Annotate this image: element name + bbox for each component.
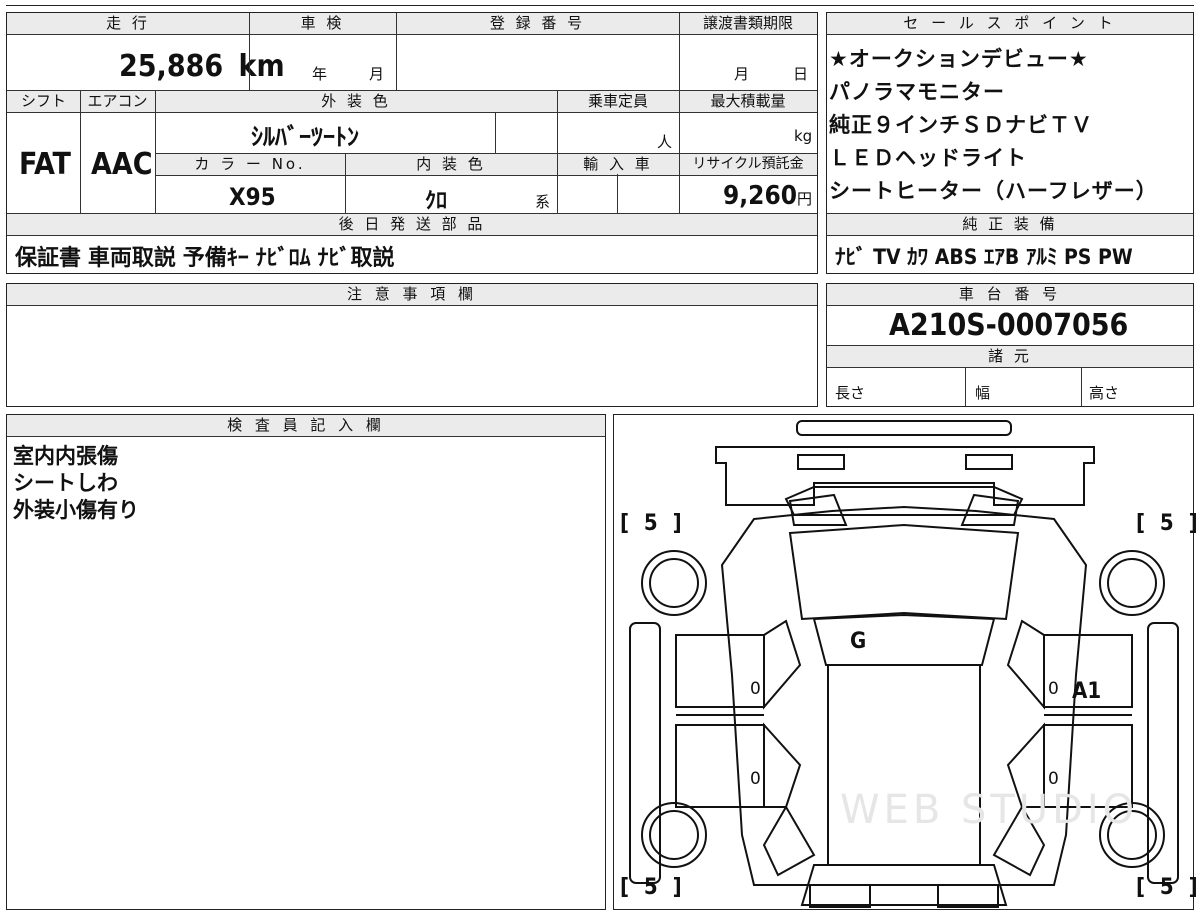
transfer-deadline-header: 譲渡書類期限: [679, 13, 817, 35]
door-zero-mark: 0: [750, 679, 761, 699]
equipment-header: 純 正 装 備: [827, 214, 1193, 236]
maxload-header: 最大積載量: [679, 91, 817, 113]
door-zero-mark: 0: [1048, 679, 1059, 699]
aircon-value: AAC: [91, 147, 153, 182]
interior-color-suffix: 系: [535, 193, 551, 211]
right-door-damage-mark: A1: [1072, 679, 1102, 704]
recycle-amount: 9,260: [723, 181, 797, 211]
inspection-header: 車 検: [249, 13, 396, 35]
length-label: 長さ: [835, 384, 866, 402]
sales-point-item: ★オークションデビュー★: [829, 47, 1089, 71]
chassis-number-header: 車 台 番 号: [827, 284, 1193, 306]
top-cutoff-strip: [6, 0, 1194, 6]
inspector-note: 室内内張傷: [13, 444, 118, 468]
capacity-unit: 人: [657, 133, 673, 151]
dimensions-header: 諸 元: [827, 345, 1193, 368]
tire-front-right-tread: [ 5 ]: [1136, 511, 1200, 536]
tire-rear-left-tread: [ 5 ]: [620, 875, 686, 900]
inspector-block: 検 査 員 記 入 欄 室内内張傷 シートしわ 外装小傷有り: [6, 414, 606, 910]
mileage-number: 25,886: [119, 49, 224, 84]
registration-header: 登 録 番 号: [396, 13, 679, 35]
door-zero-mark: 0: [1048, 769, 1059, 789]
shift-value: FAT: [19, 147, 71, 182]
shift-header: シフト: [7, 91, 80, 113]
shipping-parts-value: 保証書 車両取説 予備ｷｰ ﾅﾋﾞﾛﾑ ﾅﾋﾞ取説: [15, 246, 395, 271]
windshield-damage-mark: G: [850, 629, 867, 654]
colorno-header: カ ラ ー No.: [155, 153, 345, 176]
sales-points-header: セ ー ル ス ポ イ ン ト: [827, 13, 1193, 35]
inspector-notes-list: 室内内張傷 シートしわ 外装小傷有り: [13, 443, 139, 524]
capacity-header: 乗車定員: [557, 91, 679, 113]
inspection-month-label: 月: [369, 65, 385, 83]
sales-points-list: ★オークションデビュー★ パノラマモニター 純正９インチＳＤナビＴＶ ＬＥＤヘッ…: [829, 43, 1158, 208]
equipment-value: ﾅﾋﾞ TV ｶﾜ ABS ｴｱB ｱﾙﾐ PS PW: [835, 245, 1133, 269]
car-outline-svg: [629, 420, 1179, 908]
aircon-header: エアコン: [80, 91, 155, 113]
mileage-header: 走 行: [7, 13, 249, 35]
recycle-header: リサイクル預託金: [679, 153, 817, 176]
interior-color-value: ｸﾛ: [425, 189, 448, 214]
import-header: 輸 入 車: [557, 153, 679, 176]
tire-rear-right-tread: [ 5 ]: [1136, 875, 1200, 900]
chassis-number-value: A210S-0007056: [889, 308, 1129, 343]
exterior-header: 外 装 色: [155, 91, 557, 113]
shipping-parts-header: 後 日 発 送 部 品: [7, 214, 817, 236]
notes-header: 注 意 事 項 欄: [7, 284, 817, 306]
watermark: WEB STUDIO: [840, 787, 1139, 833]
notes-block: 注 意 事 項 欄: [6, 283, 818, 407]
sales-point-item: シートヒーター（ハーフレザー）: [829, 179, 1158, 203]
vehicle-info-block: 走 行 車 検 登 録 番 号 譲渡書類期限 25,886 km 年 月 月 日…: [6, 12, 818, 274]
sales-point-item: ＬＥＤヘッドライト: [829, 146, 1027, 170]
inspector-note: シートしわ: [13, 471, 118, 495]
maxload-unit: kg: [794, 127, 813, 145]
exterior-color-value: ｼﾙﾊﾞｰﾂｰﾄﾝ: [251, 123, 359, 151]
inspector-note: 外装小傷有り: [13, 498, 139, 522]
interior-header: 内 装 色: [345, 153, 557, 176]
inspector-header: 検 査 員 記 入 欄: [7, 415, 605, 437]
recycle-unit: 円: [797, 190, 813, 208]
inspection-year-label: 年: [312, 65, 328, 83]
recycle-value: 9,260円: [723, 181, 812, 211]
tire-front-left-tread: [ 5 ]: [620, 511, 686, 536]
chassis-block: 車 台 番 号 A210S-0007056 諸 元 長さ 幅 高さ: [826, 283, 1194, 407]
door-zero-mark: 0: [750, 769, 761, 789]
mileage-unit: km: [238, 49, 285, 84]
sales-point-item: 純正９インチＳＤナビＴＶ: [829, 113, 1093, 137]
transfer-day-label: 日: [793, 65, 809, 83]
colorno-value: X95: [229, 183, 276, 211]
sales-points-block: セ ー ル ス ポ イ ン ト ★オークションデビュー★ パノラマモニター 純正…: [826, 12, 1194, 274]
transfer-month-label: 月: [734, 65, 750, 83]
width-label: 幅: [975, 384, 991, 402]
car-damage-diagram: [ 5 ] [ 5 ] [ 5 ] [ 5 ] G A1 0 0 0 0 WEB…: [613, 414, 1198, 910]
height-label: 高さ: [1089, 384, 1120, 402]
mileage-value: 25,886 km: [119, 49, 285, 84]
sales-point-item: パノラマモニター: [829, 80, 1005, 104]
